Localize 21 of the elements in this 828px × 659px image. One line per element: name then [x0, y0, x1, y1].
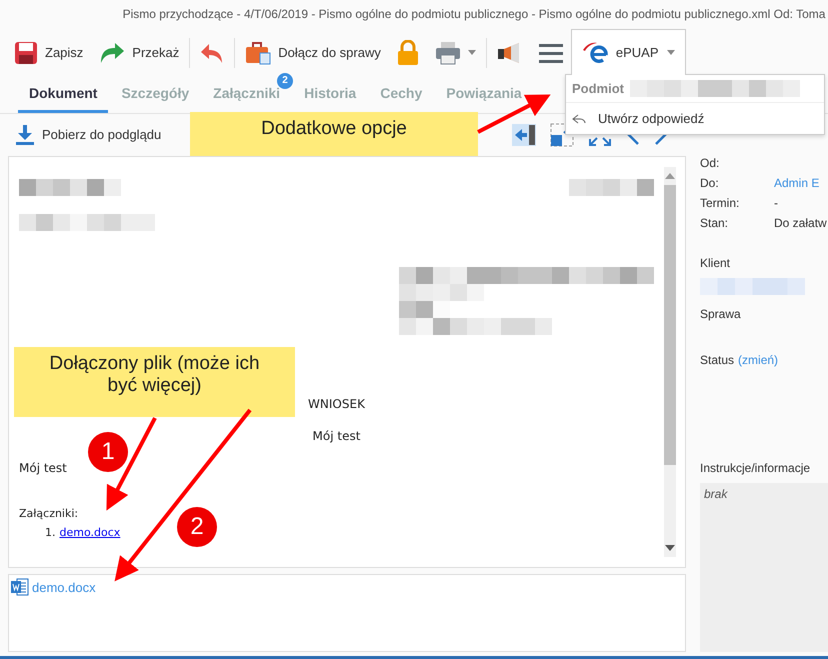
menu-header: Podmiot: [572, 81, 624, 96]
attachments-label: Załączniki:: [19, 507, 78, 520]
section-label: Klient: [700, 256, 732, 270]
callout-note: Dołączony plik (może ich być więcej): [14, 347, 295, 417]
field-label: Do:: [700, 176, 720, 190]
window-title: Pismo przychodzące - 4/T/06/2019 - Pismo ogólne do podmiotu publicznego - Pismo ogólne do podmiotu publicznego.xml Od: Toma: [122, 7, 826, 22]
field-label: Od:: [700, 156, 720, 170]
field-value: -: [774, 196, 779, 210]
field-label: Termin:: [700, 196, 740, 210]
document-heading: WNIOSEK: [308, 397, 365, 411]
field-label: Stan:: [700, 216, 730, 230]
instructions-field: brak: [700, 483, 828, 652]
field-value: Do załatw: [774, 216, 828, 230]
callout-note: Dodatkowe opcje: [190, 112, 478, 156]
section-label: Instrukcje/informacje: [700, 461, 812, 475]
document-text: Mój test: [19, 461, 67, 475]
document-subtitle: Mój test: [312, 429, 360, 443]
count-badge: 2: [277, 72, 294, 89]
section-label: Status: [700, 353, 734, 367]
section-label: Sprawa: [700, 307, 742, 321]
list-number: 1.: [45, 526, 56, 539]
